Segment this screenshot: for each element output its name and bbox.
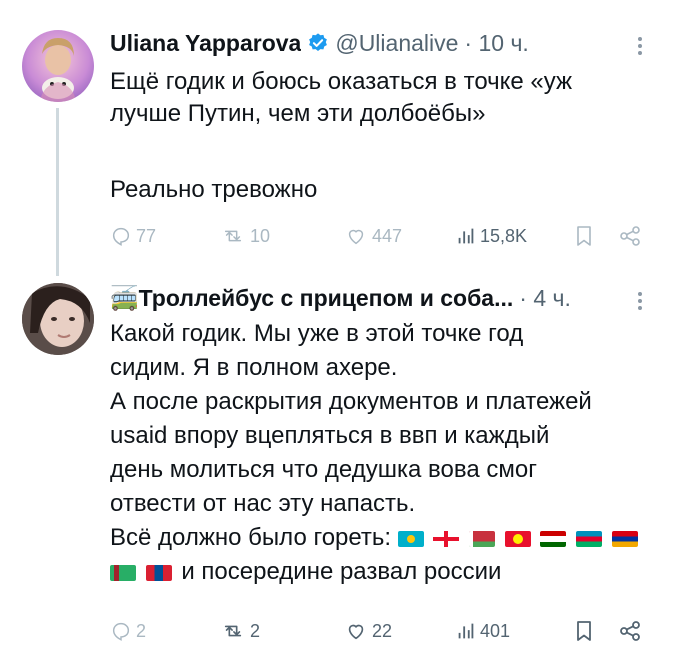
share-button[interactable] <box>618 224 642 248</box>
avatar[interactable] <box>22 30 94 102</box>
flag-georgia-icon <box>433 530 460 547</box>
like-button[interactable]: 447 <box>344 225 402 247</box>
tweet-text-line: и посередине развал россии <box>110 555 650 589</box>
tweet-text-line: день молиться что дедушка вова смог <box>110 456 537 483</box>
flag-belarus-icon <box>469 530 496 547</box>
author-name[interactable]: 🚎Троллейбус с прицепом и соба... <box>110 285 513 312</box>
tweet-text-line: Ещё годик и боюсь оказаться в точке «уж <box>110 68 573 95</box>
share-icon <box>620 621 640 641</box>
tweet-header: Uliana Yapparova @Ulianalive · 10 ч. <box>110 28 650 58</box>
bookmark-button[interactable] <box>574 619 594 643</box>
tweet-text-line: А после раскрытия документов и платежей <box>110 388 592 415</box>
like-count: 447 <box>372 225 403 246</box>
bookmark-button[interactable] <box>574 224 594 248</box>
tweet-text-line: сидим. Я в полном ахере. <box>110 354 398 381</box>
repost-button[interactable]: 2 <box>220 620 260 642</box>
reply-button[interactable]: 2 <box>110 620 146 642</box>
reply-icon <box>112 622 130 641</box>
flag-azerbaijan-icon <box>576 530 603 547</box>
avatar-photo <box>22 283 94 355</box>
flag-kyrgyzstan-icon <box>504 530 531 547</box>
tweet-2[interactable]: 🚎Троллейбус с прицепом и соба... · 4 ч. … <box>0 275 680 660</box>
tweet-text-line: Реально тревожно <box>110 176 318 203</box>
avatar[interactable] <box>22 283 94 355</box>
verified-badge-icon <box>309 33 328 51</box>
like-count: 22 <box>372 620 393 641</box>
author-handle[interactable]: @Ulianalive <box>335 30 458 57</box>
tweet-text-segment: Всё должно было гореть: <box>110 524 392 551</box>
tweet-text: Ещё годик и боюсь оказаться в точке «уж … <box>110 66 650 206</box>
flag-tajikistan-icon <box>540 530 567 547</box>
repost-icon <box>224 230 242 242</box>
views-icon <box>458 623 474 639</box>
flag-armenia-icon <box>611 530 638 547</box>
share-button[interactable] <box>618 619 642 643</box>
bookmark-icon <box>577 226 591 246</box>
heart-icon <box>348 624 364 640</box>
author-name[interactable]: Uliana Yapparova <box>110 30 301 57</box>
reply-count: 2 <box>136 620 147 641</box>
flag-mongolia-icon <box>145 564 172 581</box>
tweet-text-segment: и посередине развал россии <box>181 558 502 585</box>
tweet-1[interactable]: Uliana Yapparova @Ulianalive · 10 ч. Ещё… <box>0 0 680 276</box>
views-button[interactable]: 15,8K <box>456 225 527 247</box>
more-icon[interactable] <box>630 34 650 58</box>
flag-turkmenistan-icon <box>110 564 136 581</box>
tweet-time[interactable]: · 4 ч. <box>519 285 571 312</box>
reply-count: 77 <box>136 225 157 246</box>
reply-button[interactable]: 77 <box>110 225 156 247</box>
tweet-text-line: usaid впору вцепляться в ввп и каждый <box>110 422 550 449</box>
tweet-text-line: отвести от нас эту напасть. <box>110 490 416 517</box>
repost-button[interactable]: 10 <box>220 225 270 247</box>
tweet-text-line: Всё должно было гореть: <box>110 521 650 555</box>
tweet-actions: 2 2 22 401 <box>110 618 650 644</box>
more-icon[interactable] <box>630 289 650 313</box>
reply-icon <box>112 227 130 246</box>
share-icon <box>620 226 640 246</box>
views-icon <box>458 228 474 244</box>
tweet-text-line: Какой годик. Мы уже в этой точке год <box>110 320 524 347</box>
views-count: 15,8K <box>480 225 528 246</box>
repost-count: 10 <box>250 225 271 246</box>
bookmark-icon <box>577 621 591 641</box>
thread-line <box>56 108 59 276</box>
avatar-photo <box>40 38 76 102</box>
views-count: 401 <box>480 620 511 641</box>
heart-icon <box>348 229 364 245</box>
flag-kazakhstan-icon <box>397 530 424 547</box>
tweet-header: 🚎Троллейбус с прицепом и соба... · 4 ч. <box>110 283 650 313</box>
repost-count: 2 <box>250 620 261 641</box>
views-button[interactable]: 401 <box>456 620 510 642</box>
tweet-text-line: лучше Путин, чем эти долбоёбы» <box>110 100 486 127</box>
repost-icon <box>224 625 242 637</box>
like-button[interactable]: 22 <box>344 620 392 642</box>
tweet-time[interactable]: · 10 ч. <box>464 30 528 57</box>
tweet-actions: 77 10 447 15,8K <box>110 223 650 249</box>
tweet-text: Какой годик. Мы уже в этой точке год сид… <box>110 317 650 589</box>
